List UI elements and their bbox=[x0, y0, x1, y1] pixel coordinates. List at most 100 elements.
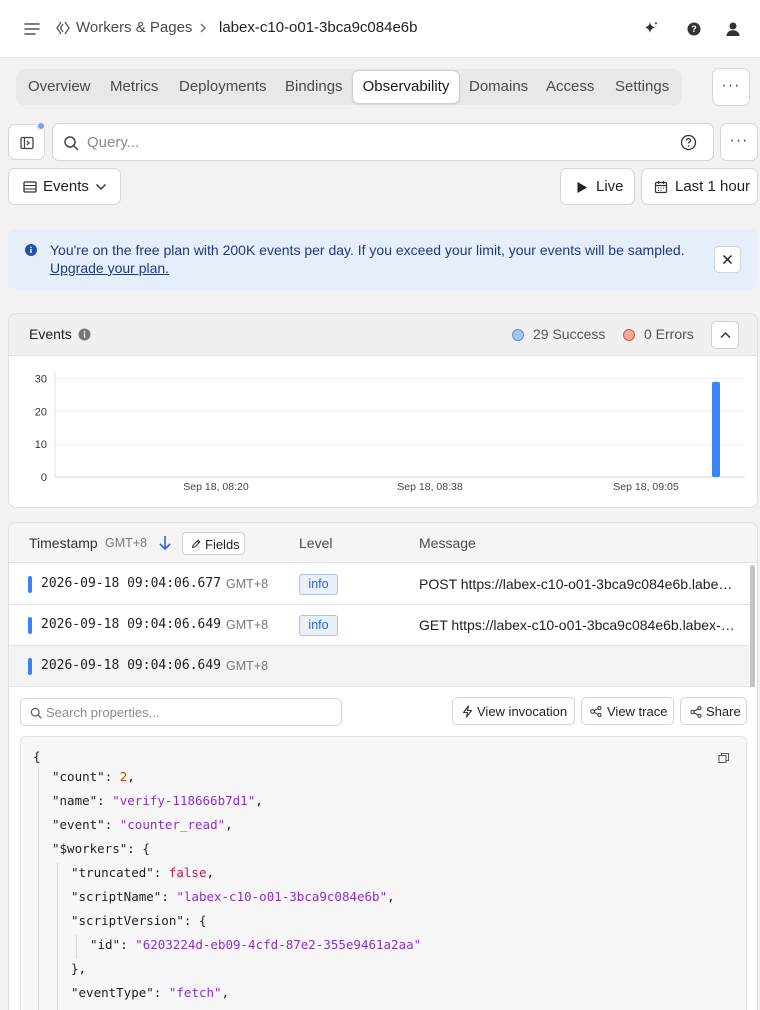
json-version-id-value: 6203224d-eb09-4cfd-87e2-355e9461a2aa bbox=[142, 937, 414, 952]
notification-dot bbox=[36, 121, 46, 131]
events-bar-chart: 0 10 20 30 Sep 18, 08:20 Sep 18, 08:38 Sep 18,… bbox=[35, 372, 745, 493]
table-row[interactable]: 2026-09-18 09:04:06.649 GMT+8 info GET h… bbox=[9, 605, 749, 646]
lightning-icon bbox=[462, 705, 473, 718]
share-icon bbox=[690, 706, 702, 718]
banner-message: You're on the free plan with 200K events… bbox=[50, 242, 685, 258]
breadcrumb-workers-pages[interactable]: Workers & Pages bbox=[76, 19, 192, 36]
live-label: Live bbox=[596, 178, 624, 195]
events-chart-panel: Events 29 Success 0 Errors 0 10 20 30 Sep 18… bbox=[8, 313, 758, 508]
copy-icon[interactable] bbox=[718, 752, 730, 764]
y-tick-label: 0 bbox=[41, 472, 47, 484]
row-timezone: GMT+8 bbox=[226, 618, 269, 632]
search-icon bbox=[64, 136, 79, 151]
col-level-header[interactable]: Level bbox=[299, 535, 332, 551]
chevron-down-icon bbox=[95, 183, 107, 191]
user-avatar-icon[interactable] bbox=[723, 19, 743, 39]
json-count-value: 2 bbox=[119, 769, 128, 784]
tab-access[interactable]: Access bbox=[546, 69, 594, 105]
view-trace-button[interactable]: View trace bbox=[581, 697, 674, 725]
view-select[interactable]: Events bbox=[8, 168, 121, 205]
json-eventtype-value: fetch bbox=[176, 985, 215, 1000]
y-tick-label: 20 bbox=[35, 406, 47, 418]
free-plan-banner: You're on the free plan with 200K events… bbox=[8, 229, 757, 289]
x-tick-label: Sep 18, 09:05 bbox=[613, 481, 679, 493]
pencil-icon bbox=[191, 539, 201, 549]
time-range-button[interactable]: Last 1 hour bbox=[641, 168, 758, 205]
search-icon bbox=[30, 707, 42, 719]
errors-legend-label[interactable]: 0 Errors bbox=[644, 326, 694, 342]
live-button[interactable]: Live bbox=[560, 168, 635, 205]
indent-guide bbox=[38, 767, 39, 1010]
breadcrumb-current-worker: labex-c10-o01-3bca9c084e6b bbox=[219, 19, 418, 36]
close-icon bbox=[722, 254, 733, 265]
table-row-expanded[interactable]: 2026-09-18 09:04:06.649 GMT+8 bbox=[9, 646, 749, 687]
events-info-icon[interactable] bbox=[78, 328, 91, 341]
property-search-input[interactable] bbox=[46, 705, 336, 720]
view-invocation-button[interactable]: View invocation bbox=[452, 697, 575, 725]
trace-nodes-icon bbox=[590, 706, 602, 717]
banner-close-button[interactable] bbox=[714, 246, 741, 273]
json-line: "count": 2, bbox=[52, 769, 135, 784]
fields-label: Fields bbox=[205, 537, 240, 552]
sort-descending-icon[interactable] bbox=[158, 535, 172, 551]
sidebar-panel-icon bbox=[20, 136, 34, 150]
table-row[interactable]: 2026-09-18 09:04:06.677 GMT+8 info POST … bbox=[9, 564, 749, 605]
success-legend-label[interactable]: 29 Success bbox=[533, 326, 605, 342]
json-scriptname-value: labex-c10-o01-3bca9c084e6b bbox=[183, 889, 380, 904]
share-button[interactable]: Share bbox=[680, 697, 747, 725]
upgrade-plan-link[interactable]: Upgrade your plan. bbox=[50, 260, 169, 276]
tab-domains[interactable]: Domains bbox=[469, 69, 528, 105]
tab-deployments[interactable]: Deployments bbox=[179, 69, 267, 105]
col-timezone-label: GMT+8 bbox=[105, 536, 148, 550]
tab-settings[interactable]: Settings bbox=[615, 69, 669, 105]
col-timestamp-header[interactable]: Timestamp bbox=[29, 535, 98, 551]
share-label: Share bbox=[706, 704, 741, 719]
query-bar bbox=[52, 123, 714, 161]
json-line: "id": "6203224d-eb09-4cfd-87e2-355e9461a… bbox=[90, 937, 422, 952]
play-icon bbox=[577, 182, 587, 193]
tab-metrics[interactable]: Metrics bbox=[110, 69, 158, 105]
json-line: "$workers": { bbox=[52, 841, 150, 856]
workers-diamond-icon bbox=[56, 21, 70, 35]
indent-guide bbox=[57, 863, 58, 1010]
json-event-value: counter_read bbox=[127, 817, 218, 832]
view-invocation-label: View invocation bbox=[477, 704, 568, 719]
row-message: POST https://labex-c10-o01-3bca9c084e6b.… bbox=[419, 576, 737, 592]
sparkle-ai-icon[interactable] bbox=[641, 19, 661, 39]
json-line: }, bbox=[71, 961, 87, 976]
json-line: "scriptName": "labex-c10-o01-3bca9c084e6… bbox=[71, 889, 395, 904]
svg-text:?: ? bbox=[691, 24, 697, 34]
row-message: GET https://labex-c10-o01-3bca9c084e6b.l… bbox=[419, 617, 737, 633]
tab-bindings[interactable]: Bindings bbox=[285, 69, 343, 105]
collapse-chart-button[interactable] bbox=[711, 321, 739, 349]
col-message-header[interactable]: Message bbox=[419, 535, 476, 551]
view-trace-label: View trace bbox=[607, 704, 668, 719]
events-title: Events bbox=[29, 326, 72, 342]
fields-button[interactable]: Fields bbox=[182, 532, 245, 555]
row-level-indicator bbox=[28, 576, 32, 593]
query-input[interactable] bbox=[87, 132, 667, 152]
errors-legend-dot bbox=[623, 329, 635, 341]
row-timestamp: 2026-09-18 09:04:06.677 bbox=[41, 576, 222, 591]
table-header: Timestamp GMT+8 Fields Level Message bbox=[9, 523, 757, 563]
query-more-button[interactable]: ··· bbox=[720, 123, 758, 161]
banner-text-block: You're on the free plan with 200K events… bbox=[50, 241, 690, 277]
row-timezone: GMT+8 bbox=[226, 577, 269, 591]
menu-icon[interactable] bbox=[22, 20, 42, 38]
json-viewer: { "count": 2, "name": "verify-118666b7d1… bbox=[20, 736, 747, 1010]
more-dots-icon: ··· bbox=[721, 77, 741, 94]
row-level-indicator bbox=[28, 617, 32, 634]
query-help-icon[interactable] bbox=[680, 134, 697, 151]
x-tick-label: Sep 18, 08:20 bbox=[183, 481, 249, 493]
tab-more-button[interactable]: ··· bbox=[712, 68, 750, 106]
property-search bbox=[20, 698, 342, 726]
json-line: "event": "counter_read", bbox=[52, 817, 233, 832]
tab-overview[interactable]: Overview bbox=[28, 69, 91, 105]
row-level-badge: info bbox=[299, 574, 338, 595]
help-icon[interactable]: ? bbox=[684, 19, 704, 39]
tab-observability[interactable]: Observability bbox=[352, 70, 460, 104]
table-list-icon bbox=[23, 181, 37, 193]
x-tick-label: Sep 18, 08:38 bbox=[397, 481, 463, 493]
tab-bar: Overview Metrics Deployments Bindings Ob… bbox=[16, 69, 682, 105]
view-select-label: Events bbox=[43, 178, 89, 195]
